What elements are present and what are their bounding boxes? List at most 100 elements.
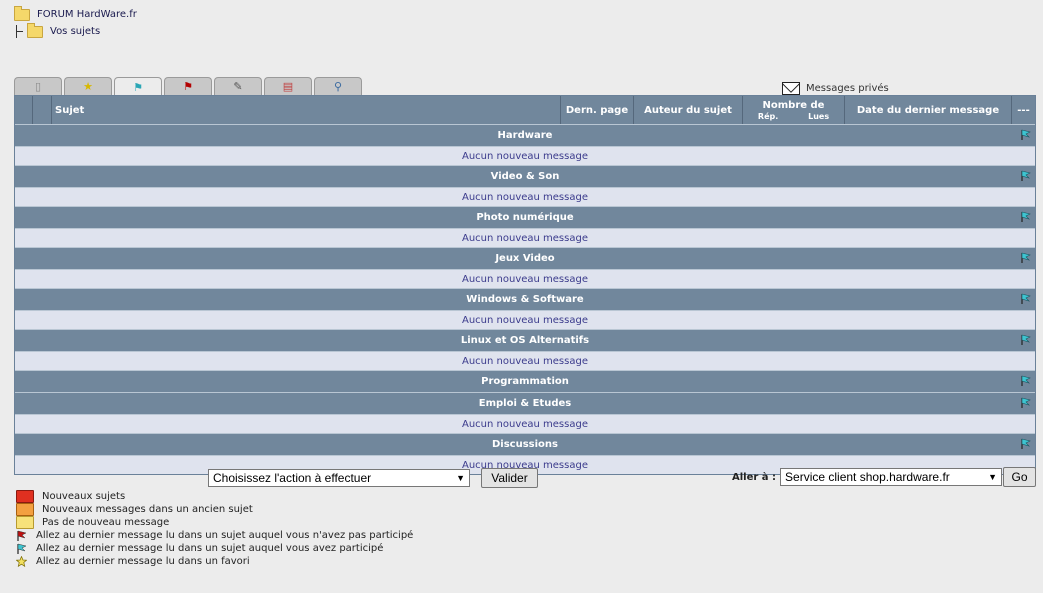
category-row: Linux et OS Alternatifs (15, 329, 1035, 351)
no-message-row: Aucun nouveau message (15, 351, 1035, 370)
tab-stars[interactable]: ★ (64, 77, 112, 95)
category-name[interactable]: Emploi & Etudes (479, 398, 571, 409)
legend-text: Allez au dernier message lu dans un suje… (36, 543, 384, 554)
tab-tools[interactable]: ✎ (214, 77, 262, 95)
category-name[interactable]: Windows & Software (466, 294, 583, 305)
legend-item: Allez au dernier message lu dans un suje… (16, 529, 413, 542)
header-blank-col (15, 96, 33, 124)
category-name[interactable]: Photo numérique (476, 212, 573, 223)
cyan-flag-icon[interactable] (1020, 438, 1031, 449)
cyan-flag-icon[interactable] (1020, 293, 1031, 304)
tab-magnifier[interactable]: ⚲ (314, 77, 362, 95)
envelope-icon (782, 82, 800, 95)
cyan-flag-icon[interactable] (1020, 170, 1031, 181)
category-row: Jeux Video (15, 247, 1035, 269)
cyan-flag-icon[interactable] (1020, 375, 1031, 386)
magnifier-icon: ⚲ (333, 80, 343, 93)
orange-folder-icon (16, 503, 34, 516)
red-flag-icon (16, 530, 27, 541)
category-row: Discussions (15, 433, 1035, 455)
category-row: Hardware (15, 124, 1035, 146)
category-row: Video & Son (15, 165, 1035, 187)
tree-branch-icon (16, 25, 25, 38)
legend-text: Nouveaux sujets (42, 491, 126, 502)
legend-item: Nouveaux sujets (16, 490, 413, 503)
folder-icon (14, 5, 30, 21)
action-bar: Choisissez l'action à effectuer ▼ Valide… (208, 468, 538, 488)
chevron-down-icon: ▼ (456, 473, 465, 483)
cyan-flag-icon[interactable] (1020, 211, 1031, 222)
legend: Nouveaux sujets Nouveaux messages dans un… (15, 490, 413, 568)
action-select-value: Choisissez l'action à effectuer (213, 471, 372, 485)
goto-bar: Aller à : Service client shop.hardware.f… (732, 467, 1037, 487)
goto-select-value: Service client shop.hardware.fr (785, 470, 950, 484)
category-name[interactable]: Video & Son (491, 171, 560, 182)
legend-text: Pas de nouveau message (42, 517, 170, 528)
page-icon: ▯ (34, 80, 42, 93)
header-nombre-label: Nombre de (762, 99, 825, 111)
no-message-row: Aucun nouveau message (15, 146, 1035, 165)
category-row: Photo numérique (15, 206, 1035, 228)
no-message-row: Aucun nouveau message (15, 269, 1035, 288)
folder-icon (27, 22, 43, 38)
cyan-flag-icon[interactable] (1020, 252, 1031, 263)
category-name[interactable]: Jeux Video (495, 253, 554, 264)
go-button[interactable]: Go (1003, 467, 1037, 487)
no-message-row: Aucun nouveau message (15, 414, 1035, 433)
stars-icon: ★ (83, 80, 93, 93)
category-name[interactable]: Discussions (492, 439, 558, 450)
no-message-row: Aucun nouveau message (15, 187, 1035, 206)
legend-item: Allez au dernier message lu dans un suje… (16, 542, 413, 555)
legend-text: Nouveaux messages dans un ancien sujet (42, 504, 253, 515)
tab-page[interactable]: ▯ (14, 77, 62, 95)
category-row: Windows & Software (15, 288, 1035, 310)
cyan-flag-icon[interactable] (1020, 334, 1031, 345)
category-rows: Hardware Aucun nouveau message Video & Son… (15, 124, 1035, 474)
tab-red-flag[interactable]: ⚑ (164, 77, 212, 95)
no-message-row: Aucun nouveau message (15, 310, 1035, 329)
cyan-flag-icon[interactable] (1020, 129, 1031, 140)
legend-item: Nouveaux messages dans un ancien sujet (16, 503, 413, 516)
category-name[interactable]: Programmation (481, 376, 569, 387)
category-name[interactable]: Linux et OS Alternatifs (461, 335, 589, 346)
tab-cyan-flag[interactable]: ⚑ (114, 77, 162, 96)
chevron-down-icon: ▼ (988, 472, 998, 482)
legend-text: Allez au dernier message lu dans un suje… (36, 530, 414, 541)
red-flag-icon: ⚑ (183, 80, 193, 93)
star-icon (15, 555, 28, 568)
legend-item: Allez au dernier message lu dans un favo… (15, 555, 413, 568)
goto-select[interactable]: Service client shop.hardware.fr ▼ (780, 468, 1003, 486)
category-row: Emploi & Etudes (15, 392, 1035, 414)
header-nombre: Nombre de Rép. Lues (743, 96, 845, 124)
header-rep: Rép. (757, 111, 779, 121)
tab-document[interactable]: ▤ (264, 77, 312, 95)
header-auteur: Auteur du sujet (634, 96, 743, 124)
topics-table: Sujet Dern. page Auteur du sujet Nombre … (14, 95, 1036, 475)
yellow-folder-icon (16, 516, 34, 529)
red-folder-icon (16, 490, 34, 503)
cyan-flag-icon[interactable] (1020, 397, 1031, 408)
valider-button[interactable]: Valider (481, 468, 538, 488)
action-select[interactable]: Choisissez l'action à effectuer ▼ (208, 469, 470, 487)
cyan-flag-icon: ⚑ (133, 80, 143, 94)
private-messages[interactable]: Messages privés (782, 82, 889, 95)
no-message-row: Aucun nouveau message (15, 228, 1035, 247)
topic-tabs: ▯ ★ ⚑ ⚑ ✎ ▤ ⚲ (14, 77, 364, 96)
tools-icon: ✎ (233, 80, 243, 93)
header-lues: Lues (808, 111, 830, 121)
breadcrumb-forum-link[interactable]: FORUM HardWare.fr (37, 9, 137, 20)
cyan-flag-icon (16, 543, 27, 554)
private-messages-label[interactable]: Messages privés (806, 83, 889, 94)
header-blank-col (33, 96, 52, 124)
goto-label: Aller à : (732, 471, 777, 483)
category-row: Programmation (15, 370, 1035, 392)
breadcrumb-section-link[interactable]: Vos sujets (50, 26, 100, 37)
category-name[interactable]: Hardware (498, 130, 553, 141)
header-last: --- (1017, 104, 1030, 116)
header-sujet: Sujet (52, 96, 561, 124)
legend-text: Allez au dernier message lu dans un favo… (36, 556, 250, 567)
document-icon: ▤ (282, 80, 294, 93)
header-date: Date du dernier message (845, 96, 1012, 124)
legend-item: Pas de nouveau message (16, 516, 413, 529)
table-header: Sujet Dern. page Auteur du sujet Nombre … (15, 96, 1035, 124)
